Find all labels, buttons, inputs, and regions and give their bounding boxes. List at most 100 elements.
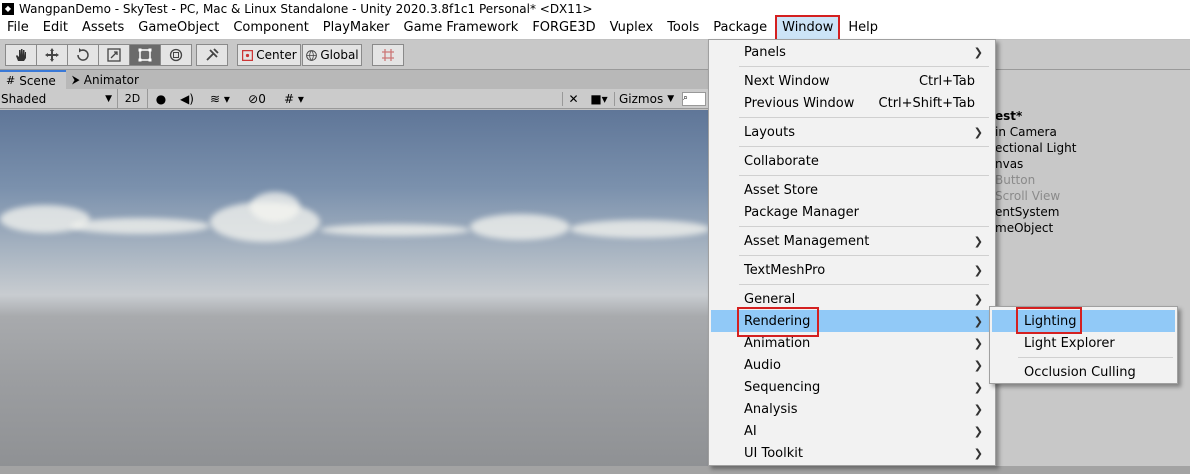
menu-item-label: Sequencing xyxy=(744,379,821,395)
menu-assets[interactable]: Assets xyxy=(75,17,131,39)
menu-package[interactable]: Package xyxy=(706,17,774,39)
cloud xyxy=(70,218,210,234)
rotate-tool-button[interactable] xyxy=(67,44,99,66)
menu-gameobject[interactable]: GameObject xyxy=(131,17,226,39)
lighting-toggle[interactable]: ● xyxy=(148,92,174,106)
scene-view[interactable] xyxy=(0,110,710,466)
tab-animator[interactable]: ⮞ Animator xyxy=(66,70,149,89)
menu-item-label: UI Toolkit xyxy=(744,445,803,461)
unity-logo-icon: ◆ xyxy=(2,2,14,15)
transform-tool-button[interactable] xyxy=(160,44,192,66)
move-tool-button[interactable] xyxy=(36,44,68,66)
grid-icon: # xyxy=(6,74,16,87)
eye-slash-icon: ⊘ xyxy=(248,91,259,106)
menu-item-animation[interactable]: Animation ❯ xyxy=(711,332,993,354)
menu-item-textmeshpro[interactable]: TextMeshPro ❯ xyxy=(711,259,993,281)
tab-scene[interactable]: # Scene xyxy=(0,70,66,89)
dropdown-arrow-icon: ▼ xyxy=(667,93,675,104)
menu-item-shortcut: Ctrl+Shift+Tab xyxy=(878,95,975,111)
gizmos-dropdown[interactable]: Gizmos ▼ xyxy=(614,91,682,106)
menu-item-analysis[interactable]: Analysis ❯ xyxy=(711,398,993,420)
menu-item-sequencing[interactable]: Sequencing ❯ xyxy=(711,376,993,398)
menu-edit[interactable]: Edit xyxy=(36,17,75,39)
2d-toggle[interactable]: 2D xyxy=(118,88,148,109)
hierarchy-item[interactable]: entSystem xyxy=(995,205,1059,219)
pivot-center-button[interactable]: Center xyxy=(237,44,301,66)
speaker-icon: ◀) xyxy=(180,91,194,106)
gizmos-label: Gizmos xyxy=(619,91,664,106)
chevron-right-icon: ❯ xyxy=(973,314,983,328)
wrench-icon: ✕ xyxy=(568,91,579,106)
menu-item-label: General xyxy=(744,291,796,307)
snap-button[interactable] xyxy=(372,44,404,66)
menu-item-label: Next Window xyxy=(744,73,830,89)
submenu-item-light-explorer[interactable]: Light Explorer xyxy=(992,332,1175,354)
menu-item-panels[interactable]: Panels ❯ xyxy=(711,41,993,63)
menu-file[interactable]: File xyxy=(0,17,36,39)
center-label: Center xyxy=(256,48,297,62)
audio-toggle[interactable]: ◀) xyxy=(174,92,200,106)
hidden-count: 0 xyxy=(258,91,266,106)
hierarchy-item[interactable]: ectional Light xyxy=(995,141,1076,155)
menu-item-ui-toolkit[interactable]: UI Toolkit ❯ xyxy=(711,442,993,464)
menu-item-label: Collaborate xyxy=(744,153,819,169)
menu-item-collaborate[interactable]: Collaborate xyxy=(711,150,993,172)
grid-toggle-icon: # ▾ xyxy=(284,91,304,106)
menu-component[interactable]: Component xyxy=(226,17,315,39)
menu-item-next-window[interactable]: Next Window Ctrl+Tab xyxy=(711,70,993,92)
menu-item-asset-management[interactable]: Asset Management ❯ xyxy=(711,230,993,252)
menu-separator xyxy=(1018,357,1173,358)
hierarchy-item[interactable]: meObject xyxy=(995,221,1053,235)
hierarchy-scene-root[interactable]: est* xyxy=(995,109,1022,123)
scale-tool-button[interactable] xyxy=(98,44,130,66)
shading-mode-label: Shaded xyxy=(1,91,47,106)
menu-item-label: Light Explorer xyxy=(1024,335,1115,351)
menu-item-audio[interactable]: Audio ❯ xyxy=(711,354,993,376)
grid-dropdown[interactable]: # ▾ xyxy=(274,92,314,106)
menu-item-asset-store[interactable]: Asset Store xyxy=(711,179,993,201)
chevron-right-icon: ❯ xyxy=(973,402,983,416)
scene-search-input[interactable]: ⌕ xyxy=(682,91,706,106)
menu-window[interactable]: Window xyxy=(775,15,841,41)
rendering-submenu: Lighting Light Explorer Occlusion Cullin… xyxy=(989,306,1178,384)
menu-item-label: TextMeshPro xyxy=(744,262,826,278)
hierarchy-item[interactable]: nvas xyxy=(995,157,1023,171)
menu-item-layouts[interactable]: Layouts ❯ xyxy=(711,121,993,143)
submenu-item-occlusion-culling[interactable]: Occlusion Culling xyxy=(992,361,1175,383)
hierarchy-item[interactable]: Scroll View xyxy=(995,189,1060,203)
tools-toggle[interactable]: ✕ xyxy=(562,91,584,106)
menu-playmaker[interactable]: PlayMaker xyxy=(316,17,397,39)
hierarchy-item[interactable]: in Camera xyxy=(995,125,1057,139)
menu-tools[interactable]: Tools xyxy=(660,17,706,39)
menu-item-label: Previous Window xyxy=(744,95,855,111)
chevron-right-icon: ❯ xyxy=(973,424,983,438)
effects-dropdown[interactable]: ≋ ▾ xyxy=(200,92,240,106)
camera-dropdown[interactable]: ■▾ xyxy=(584,92,614,106)
hand-tool-button[interactable] xyxy=(5,44,37,66)
tab-scene-label: Scene xyxy=(19,73,56,88)
menu-vuplex[interactable]: Vuplex xyxy=(603,17,661,39)
hierarchy-panel: est* in Camera ectional Light nvas Butto… xyxy=(995,70,1190,466)
menu-game-framework[interactable]: Game Framework xyxy=(397,17,526,39)
chevron-right-icon: ❯ xyxy=(973,45,983,59)
window-title: WangpanDemo - SkyTest - PC, Mac & Linux … xyxy=(19,1,593,16)
shading-mode-dropdown[interactable]: Shaded ▼ xyxy=(0,88,118,109)
menu-item-label: Audio xyxy=(744,357,781,373)
menu-separator xyxy=(739,175,989,176)
menu-forge3d[interactable]: FORGE3D xyxy=(525,17,602,39)
lightbulb-icon: ● xyxy=(155,91,167,106)
menu-item-package-manager[interactable]: Package Manager xyxy=(711,201,993,223)
hidden-objects-toggle[interactable]: ⊘0 xyxy=(240,92,274,106)
menu-help[interactable]: Help xyxy=(841,17,885,39)
window-dropdown-menu: Panels ❯ Next Window Ctrl+Tab Previous W… xyxy=(708,39,996,466)
scene-view-toolbar: Shaded ▼ 2D ● ◀) ≋ ▾ ⊘0 # ▾ ✕ ■▾ Gizmos … xyxy=(0,88,710,109)
rect-tool-button[interactable] xyxy=(129,44,161,66)
hierarchy-item[interactable]: Button xyxy=(995,173,1035,187)
menu-item-ai[interactable]: AI ❯ xyxy=(711,420,993,442)
layers-icon: ≋ ▾ xyxy=(210,91,230,106)
custom-tool-button[interactable] xyxy=(196,44,228,66)
global-space-button[interactable]: Global xyxy=(302,44,362,66)
menu-separator xyxy=(739,117,989,118)
tab-animator-label: Animator xyxy=(83,72,139,87)
menu-item-previous-window[interactable]: Previous Window Ctrl+Shift+Tab xyxy=(711,92,993,114)
